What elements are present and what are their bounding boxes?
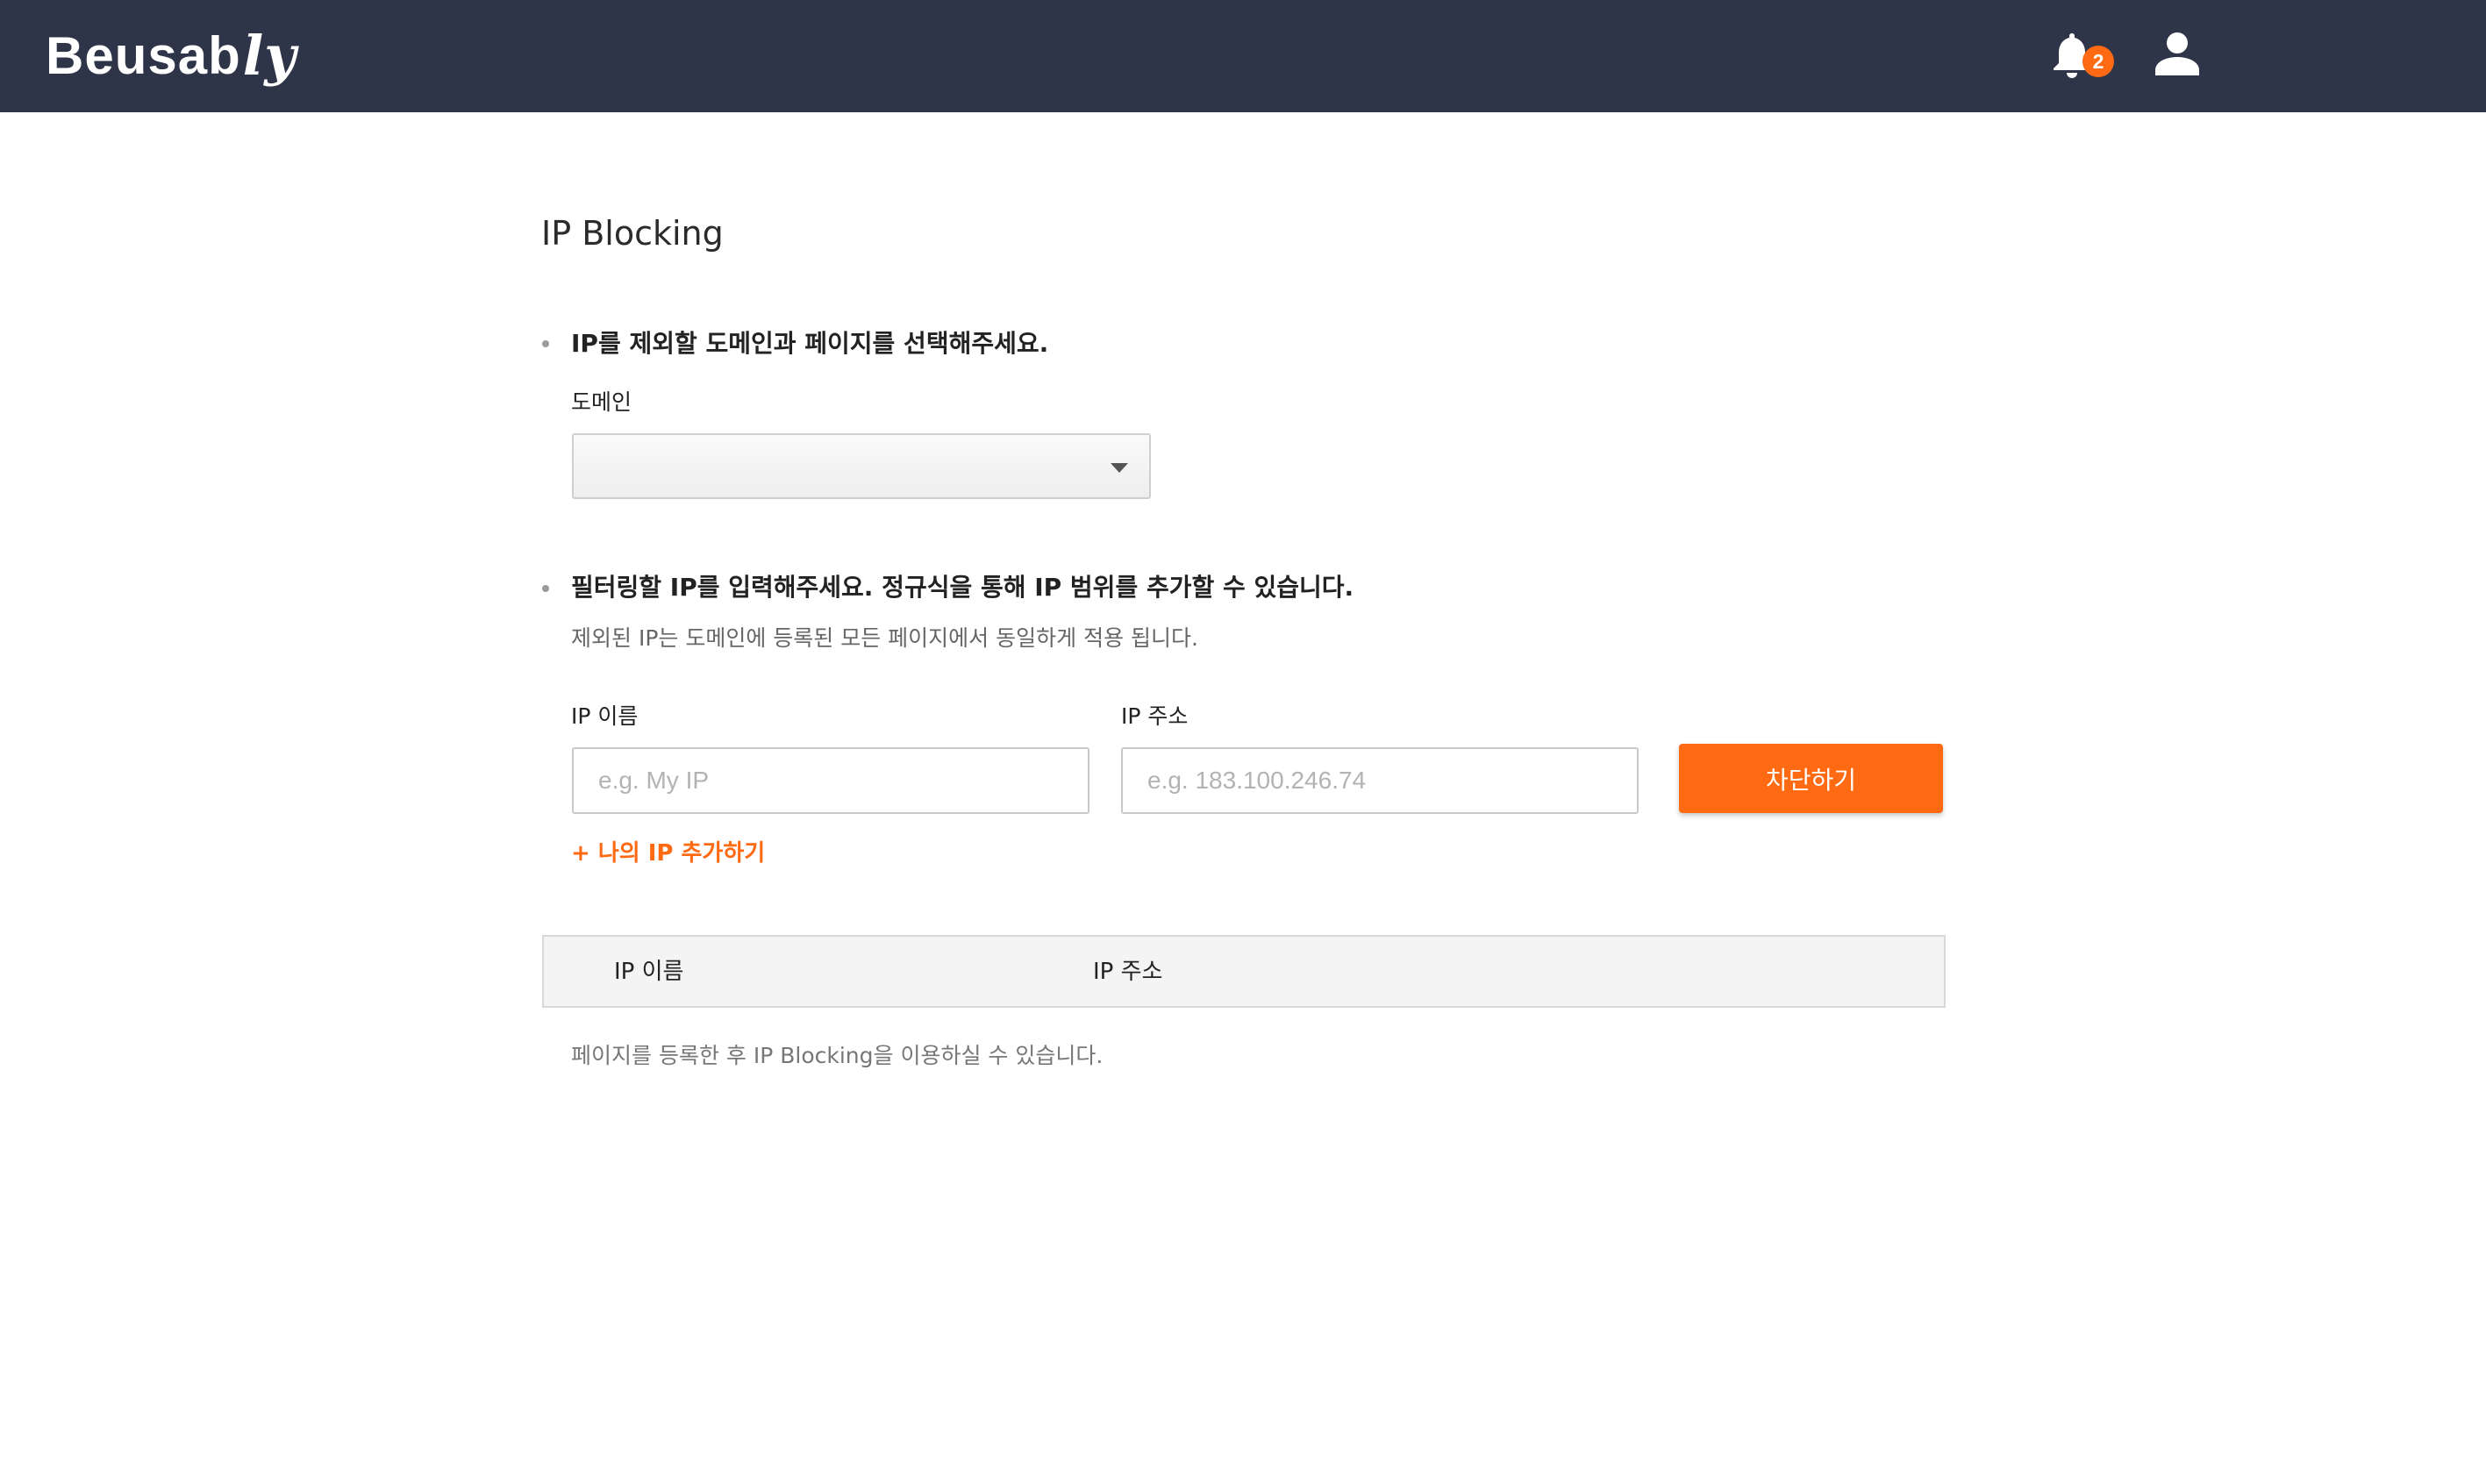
notification-count-badge: 2 bbox=[2082, 46, 2114, 77]
domain-label: 도메인 bbox=[571, 389, 632, 415]
ip-section-subtext: 제외된 IP는 도메인에 등록된 모든 페이지에서 동일하게 적용 됩니다. bbox=[571, 625, 1198, 651]
ip-name-input[interactable] bbox=[572, 747, 1089, 814]
bullet-ip-section bbox=[542, 585, 549, 592]
domain-section-heading: IP를 제외할 도메인과 페이지를 선택해주세요. bbox=[571, 329, 1049, 358]
beusably-logo[interactable]: Beusab ly bbox=[46, 21, 296, 91]
ip-address-label: IP 주소 bbox=[1121, 703, 1189, 729]
top-navigation-bar: Beusab ly 2 bbox=[0, 0, 2486, 112]
user-icon[interactable] bbox=[2153, 32, 2202, 75]
ip-address-input[interactable] bbox=[1121, 747, 1639, 814]
chevron-down-icon bbox=[1111, 463, 1128, 473]
logo-text: Beusab bbox=[46, 26, 241, 85]
logo-text-tail: ly bbox=[242, 24, 297, 88]
ip-table-header: IP 이름 IP 주소 bbox=[542, 935, 1946, 1008]
column-header-ip-address[interactable]: IP 주소 bbox=[1093, 954, 1162, 989]
add-my-ip-link[interactable]: + 나의 IP 추가하기 bbox=[571, 837, 765, 870]
table-empty-message: 페이지를 등록한 후 IP Blocking을 이용하실 수 있습니다. bbox=[571, 1043, 1104, 1068]
bullet-domain-section bbox=[542, 340, 549, 347]
column-header-ip-name[interactable]: IP 이름 bbox=[614, 954, 683, 989]
ip-name-label: IP 이름 bbox=[571, 703, 639, 729]
domain-select[interactable] bbox=[572, 433, 1151, 499]
page-title: IP Blocking bbox=[541, 214, 724, 253]
ip-section-heading: 필터링할 IP를 입력해주세요. 정규식을 통해 IP 범위를 추가할 수 있습… bbox=[571, 573, 1354, 602]
block-button[interactable]: 차단하기 bbox=[1679, 744, 1943, 813]
